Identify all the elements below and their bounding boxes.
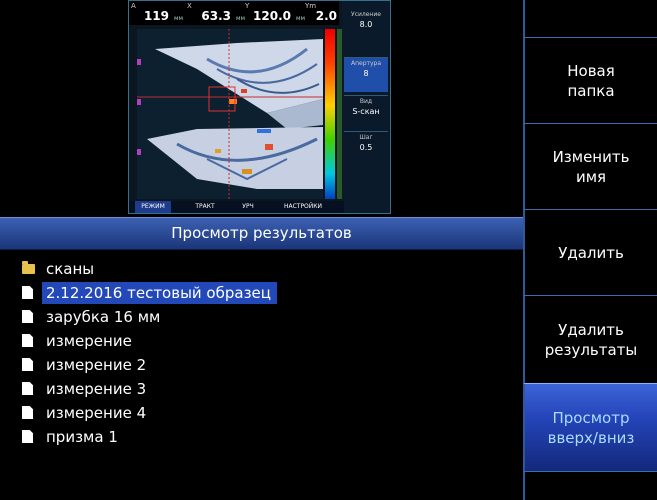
readout-y: Y 120.0 мм	[245, 2, 305, 23]
file-item[interactable]: измерение 3	[22, 378, 502, 400]
file-name: измерение	[46, 332, 132, 350]
document-icon	[22, 286, 33, 299]
file-name: зарубка 16 мм	[46, 308, 161, 326]
document-icon	[22, 310, 33, 323]
amplitude-color-scale	[325, 29, 335, 199]
readout-x: X 63.3 мм	[187, 2, 245, 23]
page-title: Просмотр результатов	[0, 217, 523, 250]
softkey-empty-top	[523, 0, 657, 37]
scan-thumbnail: A 119 мм X 63.3 мм Y 120.0 мм Ym 2.0 Уси…	[128, 0, 391, 214]
thumb-tab-mode: РЕЖИМ	[135, 201, 171, 213]
file-item[interactable]: измерение 4	[22, 402, 502, 424]
s-scan-image	[137, 29, 323, 199]
result-preview: A 119 мм X 63.3 мм Y 120.0 мм Ym 2.0 Уси…	[0, 0, 520, 214]
readout-ym: Ym 2.0	[305, 2, 337, 23]
s-scan-graphic	[137, 29, 323, 199]
document-icon	[22, 382, 33, 395]
results-file-list: сканы 2.12.2016 тестовый образец зарубка 1…	[0, 254, 523, 500]
file-name: измерение 3	[46, 380, 147, 398]
file-item[interactable]: измерение	[22, 330, 502, 352]
folder-icon	[22, 261, 35, 274]
gain-panel: Усиление 8.0	[351, 11, 381, 29]
file-item[interactable]: зарубка 16 мм	[22, 306, 502, 328]
rename-button[interactable]: Изменить имя	[523, 123, 657, 209]
file-item[interactable]: 2.12.2016 тестовый образец	[22, 282, 502, 304]
document-icon	[22, 430, 33, 443]
file-name: измерение 2	[46, 356, 147, 374]
thumbnail-parameters: Усиление 8.0 Апертура 8 Вид S-скан Шаг 0…	[342, 1, 390, 213]
document-icon	[22, 406, 33, 419]
thumb-tab-gain: УРЧ	[242, 203, 254, 210]
folder-item[interactable]: сканы	[22, 258, 502, 280]
softkey-empty-bottom	[523, 471, 657, 500]
readout-a: A 119 мм	[131, 2, 183, 23]
file-item[interactable]: измерение 2	[22, 354, 502, 376]
file-name: 2.12.2016 тестовый образец	[42, 282, 277, 304]
file-name: призма 1	[46, 428, 118, 446]
new-folder-button[interactable]: Новая папка	[523, 37, 657, 123]
aperture-panel: Апертура 8	[344, 57, 388, 92]
file-name: сканы	[46, 260, 95, 278]
delete-button[interactable]: Удалить	[523, 209, 657, 295]
thumbnail-tabs: РЕЖИМ ТРАКТ УРЧ НАСТРОЙКИ	[129, 201, 344, 213]
measurement-readout: A 119 мм X 63.3 мм Y 120.0 мм Ym 2.0	[129, 1, 339, 25]
step-panel: Шаг 0.5	[344, 131, 388, 162]
thumb-tab-path: ТРАКТ	[195, 203, 215, 210]
document-icon	[22, 334, 33, 347]
softkey-menu: Новая папка Изменить имя Удалить Удалить…	[523, 0, 657, 500]
thumb-tab-settings: НАСТРОЙКИ	[283, 203, 323, 210]
document-icon	[22, 358, 33, 371]
file-item[interactable]: призма 1	[22, 426, 502, 448]
view-panel: Вид S-скан	[344, 95, 388, 126]
file-name: измерение 4	[46, 404, 147, 422]
browse-up-down-button[interactable]: Просмотр вверх/вниз	[523, 383, 657, 471]
delete-results-button[interactable]: Удалить результаты	[523, 295, 657, 383]
